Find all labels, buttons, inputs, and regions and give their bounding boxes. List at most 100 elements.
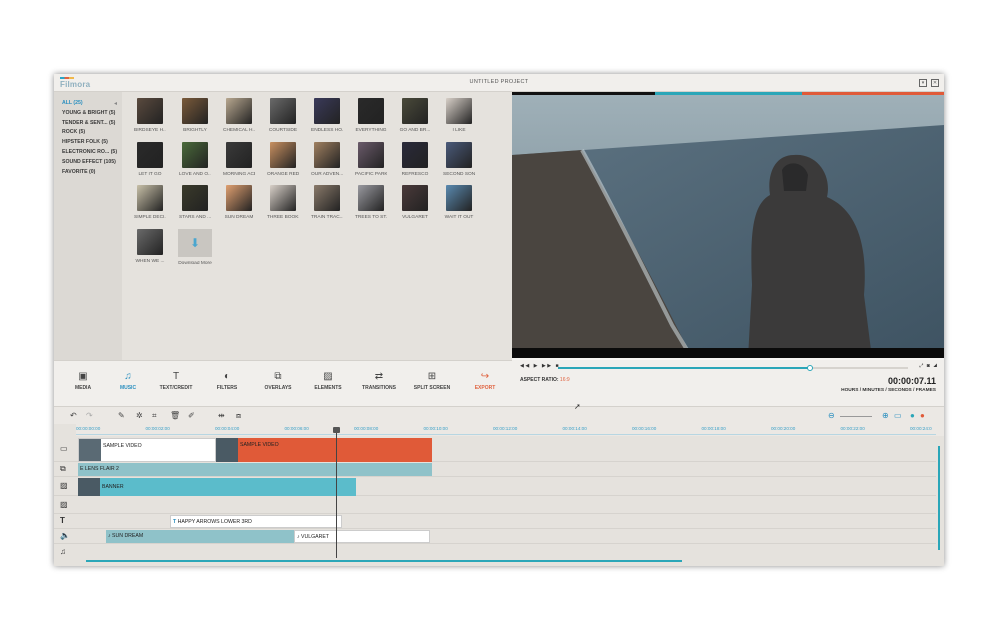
music-thumbnail[interactable]: LET IT GO xyxy=(134,142,166,177)
audio-clip-2[interactable]: ♪ VULGARET xyxy=(294,530,430,543)
preview-panel xyxy=(512,92,944,360)
volume-icon[interactable]: ◢ xyxy=(933,363,938,369)
category-item[interactable]: SOUND EFFECT (105) xyxy=(62,159,117,169)
zoom-slider[interactable] xyxy=(840,416,872,417)
color-picker-icon[interactable]: ✐ xyxy=(188,411,195,420)
music-thumbnail[interactable]: I LIKE xyxy=(443,98,475,133)
toolbar-export-button[interactable]: ↪ EXPORT xyxy=(460,371,510,391)
delete-icon[interactable]: 🗑 xyxy=(170,411,180,420)
text-clip[interactable]: T HAPPY ARROWS LOWER 3RD xyxy=(170,515,342,528)
music-title: ENDLESS HO... xyxy=(311,128,343,133)
record-icon[interactable]: ⧈ xyxy=(236,411,241,421)
undo-icon[interactable]: ↶ xyxy=(70,411,77,420)
overlay-clip[interactable]: E LENS FLAIR 2 xyxy=(78,463,432,476)
timeline-vertical-scrollbar[interactable] xyxy=(938,446,940,550)
transitions-icon: ⇄ xyxy=(374,371,384,382)
minimize-icon[interactable]: ▾ xyxy=(919,79,927,87)
timeline-horizontal-scrollbar[interactable] xyxy=(86,560,682,562)
mute-icon[interactable]: ● xyxy=(920,411,925,420)
video-clip[interactable]: SAMPLE VIDEO xyxy=(78,438,216,462)
aspect-ratio[interactable]: ASPECT RATIO: 16:9 xyxy=(520,377,570,383)
settings-icon[interactable]: ✲ xyxy=(136,411,143,420)
toolbar-overlays-button[interactable]: ⧉ OVERLAYS xyxy=(253,371,303,391)
music-thumbnail[interactable]: COURTSIDE xyxy=(267,98,299,133)
fullscreen-icon[interactable]: ⤢ xyxy=(919,363,924,369)
toolbar-label: TEXT/CREDIT xyxy=(159,385,193,391)
toolbar-filters-button[interactable]: ◐ FILTERS xyxy=(202,371,252,391)
toolbar-transitions-button[interactable]: ⇄ TRANSITIONS xyxy=(354,371,404,391)
music-thumbnail[interactable]: SIMPLE DECI... xyxy=(134,185,166,220)
audio-clip[interactable]: ♪ SUN DREAM xyxy=(106,530,294,543)
collapse-arrow-icon[interactable]: ◂ xyxy=(114,100,117,107)
category-item[interactable]: TENDER & SENT... (5) xyxy=(62,120,117,130)
rewind-icon[interactable]: ◀◀ xyxy=(520,363,531,369)
download-more-tile[interactable]: ⬇ Download More xyxy=(175,229,215,266)
music-thumbnail[interactable]: SUN DREAM xyxy=(223,185,255,220)
snapshot-icon[interactable]: ◙ xyxy=(927,363,931,369)
music-thumbnail[interactable]: PACIFIC PARK xyxy=(355,142,387,177)
album-art xyxy=(137,142,163,168)
redo-icon[interactable]: ↷ xyxy=(86,411,93,420)
music-thumbnail[interactable]: ORANGE RED xyxy=(267,142,299,177)
timeline-ruler[interactable]: 00:00:00:00 00:00:02:00 00:00:04:00 00:00:0… xyxy=(76,424,944,436)
album-art xyxy=(270,98,296,124)
music-thumbnail[interactable]: THREE BOOKS xyxy=(267,185,299,220)
music-thumbnail[interactable]: OUR ADVEN... xyxy=(311,142,343,177)
category-item[interactable]: ELECTRONIC RO... (5) xyxy=(62,149,117,159)
text-track: T T HAPPY ARROWS LOWER 3RD xyxy=(54,514,936,529)
overlay-track: ⧉ E LENS FLAIR 2 xyxy=(54,462,936,477)
music-title: COURTSIDE xyxy=(268,128,298,133)
playhead-handle[interactable] xyxy=(333,427,340,433)
music-thumbnail[interactable]: REFRESCO xyxy=(399,142,431,177)
video-clip-selected[interactable]: SAMPLE VIDEO xyxy=(216,438,432,462)
toolbar-music-button[interactable]: ♫ MUSIC xyxy=(103,371,153,391)
zoom-out-icon[interactable]: ⊖ xyxy=(828,411,835,420)
music-thumbnail[interactable]: WHEN WE ... xyxy=(134,229,166,264)
music-thumbnail[interactable]: STARS AND ... xyxy=(179,185,211,220)
music-thumbnail[interactable]: MORNING ACE xyxy=(223,142,255,177)
scrubber-handle[interactable] xyxy=(807,365,813,371)
snap-icon[interactable]: ● xyxy=(910,411,915,420)
playback-scrubber[interactable] xyxy=(558,365,908,371)
category-item[interactable]: HIPSTER FOLK (5) xyxy=(62,139,117,149)
music-thumbnail[interactable]: LOVE AND O... xyxy=(179,142,211,177)
ruler-tick-label: 00:00:24:0 xyxy=(910,426,932,431)
music-thumbnail[interactable]: GO AND BR... xyxy=(399,98,431,133)
download-more-label: Download More xyxy=(178,261,212,266)
category-item[interactable]: YOUNG & BRIGHT (5) xyxy=(62,110,117,120)
category-item[interactable]: ROCK (5) xyxy=(62,129,117,139)
music-thumbnail[interactable]: ENDLESS HO... xyxy=(311,98,343,133)
music-title: THREE BOOKS xyxy=(267,215,299,220)
split-icon[interactable]: ⇹ xyxy=(218,411,225,420)
music-thumbnail[interactable]: CHEMICAL H... xyxy=(223,98,255,133)
music-thumbnail[interactable]: WAIT IT OUT xyxy=(443,185,475,220)
album-art xyxy=(270,142,296,168)
video-preview[interactable] xyxy=(512,95,944,358)
music-thumbnail[interactable]: SECOND SON xyxy=(443,142,475,177)
music-thumbnail[interactable]: BIRDSEYE H... xyxy=(134,98,166,133)
zoom-in-icon[interactable]: ⊕ xyxy=(882,411,889,420)
pip-clip[interactable]: BANNER xyxy=(78,478,356,496)
category-item[interactable]: ALL (25) xyxy=(62,100,117,110)
edit-icon[interactable]: ✎ xyxy=(118,411,125,420)
music-thumbnail[interactable]: VULGARET xyxy=(399,185,431,220)
fit-icon[interactable]: ▭ xyxy=(894,411,902,420)
music-thumbnail[interactable]: TRAIN TRAC... xyxy=(311,185,343,220)
toolbar-split-screen-button[interactable]: ⊞ SPLIT SCREEN xyxy=(407,371,457,391)
crop-icon[interactable]: ⌗ xyxy=(152,411,157,421)
music-thumbnail[interactable]: TREES TO ST... xyxy=(355,185,387,220)
forward-icon[interactable]: ▶▶ xyxy=(542,363,553,369)
toolbar-elements-button[interactable]: ▨ ELEMENTS xyxy=(303,371,353,391)
category-item[interactable]: FAVORITE (0) xyxy=(62,169,117,179)
play-icon[interactable]: ▶ xyxy=(534,363,539,369)
toolbar-text-credit-button[interactable]: T TEXT/CREDIT xyxy=(151,371,201,391)
overlays-icon: ⧉ xyxy=(274,371,282,382)
toolbar-media-button[interactable]: ▣ MEDIA xyxy=(58,371,108,391)
music-thumbnail[interactable]: BRIGHTLY xyxy=(179,98,211,133)
close-icon[interactable]: ✕ xyxy=(931,79,939,87)
album-art xyxy=(402,142,428,168)
toolbar-label: EXPORT xyxy=(474,385,496,391)
album-art xyxy=(182,142,208,168)
music-thumbnail[interactable]: EVERYTHING xyxy=(355,98,387,133)
playhead[interactable] xyxy=(336,428,337,558)
